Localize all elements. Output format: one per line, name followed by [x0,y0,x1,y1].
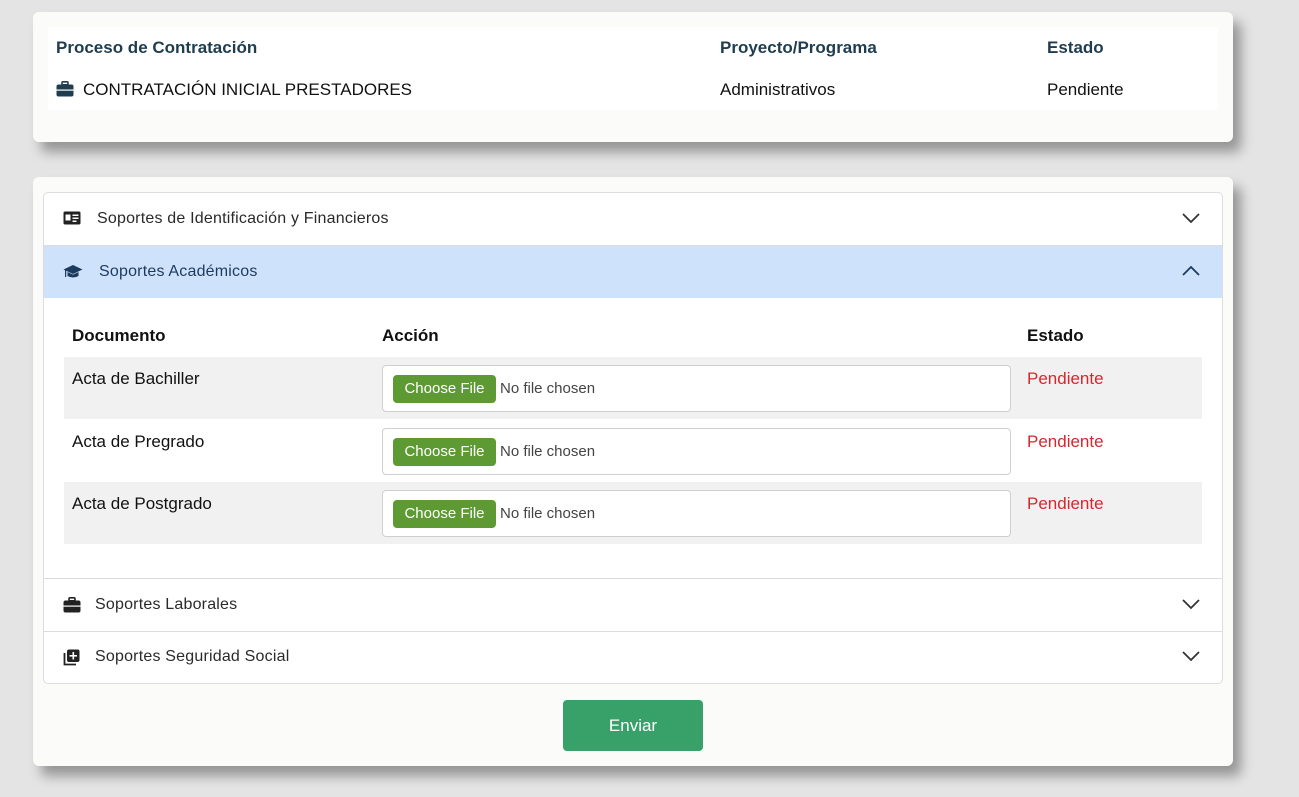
chevron-down-icon [1182,649,1200,667]
section-seguridad-social-header[interactable]: Soportes Seguridad Social [44,631,1222,683]
document-name: Acta de Postgrado [72,494,212,513]
briefcase-icon [63,597,81,618]
choose-file-button[interactable]: Choose File [393,375,496,403]
chevron-up-icon [1182,264,1200,282]
file-status-text: No file chosen [500,380,596,397]
documents-card: Soportes de Identificación y Financieros… [33,177,1233,766]
submit-button[interactable]: Enviar [563,700,703,751]
header-proceso: Proceso de Contratación [56,38,258,57]
status-badge: Pendiente [1027,494,1104,513]
chevron-down-icon [1182,211,1200,229]
process-name: CONTRATACIÓN INICIAL PRESTADORES [83,80,413,99]
medical-plus-icon [63,649,80,671]
section-seguridad-social-label: Soportes Seguridad Social [95,648,290,665]
section-laborales-header[interactable]: Soportes Laborales [44,578,1222,632]
file-input[interactable]: Choose File No file chosen [382,428,1011,475]
process-card: Proceso de Contratación Proyecto/Program… [33,12,1233,142]
choose-file-button[interactable]: Choose File [393,500,496,528]
section-academicos-header[interactable]: Soportes Académicos [44,246,1222,298]
file-input[interactable]: Choose File No file chosen [382,365,1011,412]
process-status: Pendiente [1047,80,1124,99]
section-identificacion-header[interactable]: Soportes de Identificación y Financieros [44,193,1222,246]
file-status-text: No file chosen [500,443,596,460]
header-estado: Estado [1047,38,1104,57]
section-identificacion-label: Soportes de Identificación y Financieros [97,210,389,227]
chevron-down-icon [1182,597,1200,615]
document-name: Acta de Pregrado [72,432,205,451]
header-proyecto: Proyecto/Programa [720,38,877,57]
choose-file-button[interactable]: Choose File [393,438,496,466]
th-estado: Estado [1027,326,1084,345]
documents-accordion: Soportes de Identificación y Financieros… [43,192,1223,684]
id-card-icon [63,211,81,230]
file-status-text: No file chosen [500,505,596,522]
section-laborales-label: Soportes Laborales [95,596,238,613]
section-academicos-body: Documento Acción Estado Acta de Bachille… [44,298,1222,578]
table-row: Acta de Pregrado Choose File No file cho… [64,420,1202,482]
th-accion: Acción [382,326,439,345]
process-project: Administrativos [720,80,836,99]
th-documento: Documento [72,326,166,345]
status-badge: Pendiente [1027,369,1104,388]
table-row: Acta de Bachiller Choose File No file ch… [64,357,1202,419]
file-input[interactable]: Choose File No file chosen [382,490,1011,537]
briefcase-icon [56,81,74,102]
status-badge: Pendiente [1027,432,1104,451]
document-name: Acta de Bachiller [72,369,200,388]
process-table: Proceso de Contratación Proyecto/Program… [48,27,1218,110]
table-row: Acta de Postgrado Choose File No file ch… [64,482,1202,544]
graduation-cap-icon [63,264,83,285]
section-academicos-label: Soportes Académicos [99,263,258,280]
